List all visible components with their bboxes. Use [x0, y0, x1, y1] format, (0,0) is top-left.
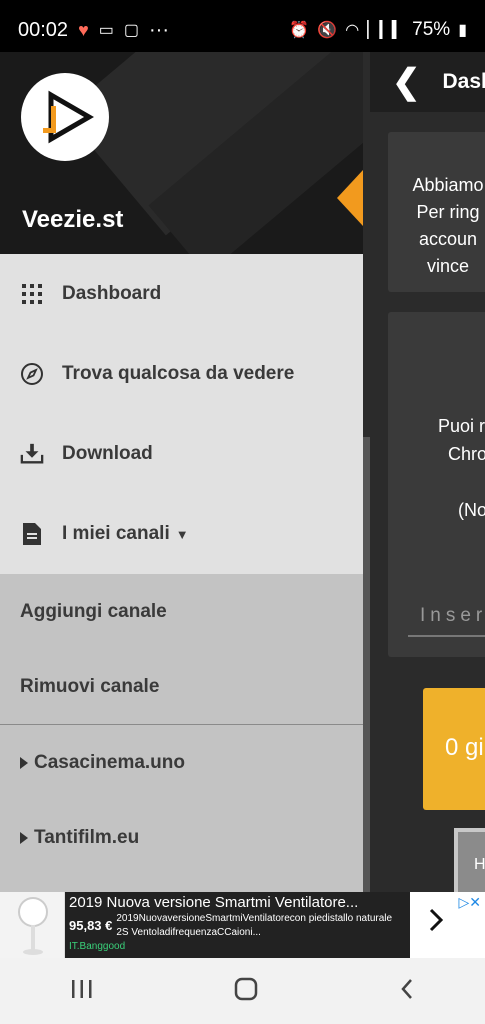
status-bar: 00:02 ♥ ▭ ▢ ··· ⏰ 🔇 ◠ ▏▎▍ 75% ▮ — [0, 0, 485, 60]
instagram-icon: ▢ — [123, 22, 139, 39]
back-arrow-icon — [401, 978, 412, 999]
recent-apps-button[interactable] — [70, 978, 94, 1005]
channel-item[interactable]: Tantifilm.eu — [0, 800, 363, 875]
expand-arrow-icon — [20, 756, 28, 769]
alarm-icon: ⏰ — [289, 22, 310, 39]
back-icon[interactable]: ❮ — [392, 62, 421, 102]
navigation-drawer: Veezie.st Dashboard Trova qualcosa da ve… — [0, 52, 363, 892]
site-name: Veezie.st — [22, 206, 124, 233]
more-notifications-icon: ··· — [149, 18, 169, 41]
dashboard-screen: ❮ Dashb Abbiamo Per ring accoun vince Pu… — [370, 52, 485, 892]
input-underline — [408, 635, 485, 637]
add-channel-item[interactable]: Aggiungi canale — [0, 574, 363, 649]
info-card: Abbiamo Per ring accoun vince — [388, 132, 485, 292]
info-card-line: Per ring — [416, 202, 480, 222]
expand-arrow-icon — [20, 831, 28, 844]
menu-item-label: I miei canali — [62, 523, 170, 544]
drawer-header: Veezie.st — [0, 52, 363, 254]
code-input[interactable]: Inser — [420, 602, 485, 630]
recents-icon — [72, 979, 92, 998]
wifi-icon: ◠ — [345, 22, 360, 39]
app-bar: ❮ Dashb — [370, 52, 485, 112]
menu-item-label: Download — [62, 443, 153, 464]
ad-title[interactable]: 2019 Nuova versione Smartmi Ventilatore.… — [69, 894, 406, 911]
ad-product-image[interactable] — [0, 892, 65, 958]
ad-banner[interactable]: 2019 Nuova versione Smartmi Ventilatore.… — [0, 892, 485, 958]
ad-info[interactable]: 2019 Nuova versione Smartmi Ventilatore.… — [65, 892, 410, 958]
menu-item-download[interactable]: Download — [0, 414, 363, 494]
app-logo — [21, 73, 109, 161]
fan-image — [18, 897, 48, 955]
amazon-icon: ▭ — [98, 22, 114, 39]
channels-submenu: Aggiungi canale Rimuovi canale Casacinem… — [0, 574, 363, 875]
compass-icon — [20, 362, 44, 386]
health-icon: ♥ — [78, 19, 89, 40]
play-logo-icon — [43, 90, 94, 144]
info-card-line: vince — [426, 256, 470, 276]
menu-item-my-channels[interactable]: I miei canali ▼ — [0, 494, 363, 574]
home-button[interactable] — [234, 977, 258, 1006]
system-nav-bar — [0, 958, 485, 1024]
chevron-right-icon — [429, 908, 444, 932]
menu-item-label: Trova qualcosa da vedere — [62, 363, 295, 384]
document-icon — [20, 522, 44, 546]
ad-source: IT.Banggood — [69, 941, 126, 952]
page-title: Dashb — [442, 70, 485, 93]
header-accent — [337, 170, 363, 226]
ad-price: 95,83 € — [69, 918, 113, 933]
back-button[interactable] — [399, 977, 415, 1006]
menu-item-discover[interactable]: Trova qualcosa da vedere — [0, 334, 363, 414]
days-button[interactable]: 0 gi — [423, 688, 485, 810]
info-card-line: Abbiamo — [412, 175, 484, 195]
input-card-line: Puoi r — [438, 416, 485, 436]
mute-icon: 🔇 — [317, 22, 338, 39]
grid-icon — [20, 282, 44, 306]
download-icon — [20, 442, 44, 466]
input-card-line: (No — [458, 500, 485, 520]
caret-down-icon: ▼ — [175, 526, 189, 542]
remove-channel-item[interactable]: Rimuovi canale — [0, 649, 363, 724]
input-card: Puoi r Chro (No Inser — [388, 312, 485, 657]
input-card-line: Chro — [448, 444, 485, 464]
battery-percent: 75% — [412, 19, 451, 40]
menu-item-dashboard[interactable]: Dashboard — [0, 254, 363, 334]
info-card-line: accoun — [418, 229, 478, 249]
ad-close-icon[interactable]: ▷✕ — [459, 894, 482, 911]
drawer-menu: Dashboard Trova qualcosa da vedere Downl… — [0, 254, 363, 574]
status-time: 00:02 — [18, 18, 69, 41]
menu-item-label: Dashboard — [62, 283, 162, 304]
battery-icon: ▮ — [458, 22, 467, 39]
signal-icon: ▏▎▍ — [367, 22, 405, 39]
channel-label: Casacinema.uno — [34, 751, 185, 773]
channel-label: Tantifilm.eu — [34, 826, 140, 848]
scrollbar-thumb[interactable] — [363, 437, 370, 892]
channel-item[interactable]: Casacinema.uno — [0, 725, 363, 800]
home-icon — [235, 977, 258, 1000]
drawer-scrollbar[interactable] — [363, 52, 370, 892]
ad-description: 2019NuovaversioneSmartmiVentilatorecon p… — [116, 913, 393, 938]
secondary-button[interactable]: H — [454, 828, 485, 892]
ad-open-button[interactable] — [410, 894, 462, 946]
